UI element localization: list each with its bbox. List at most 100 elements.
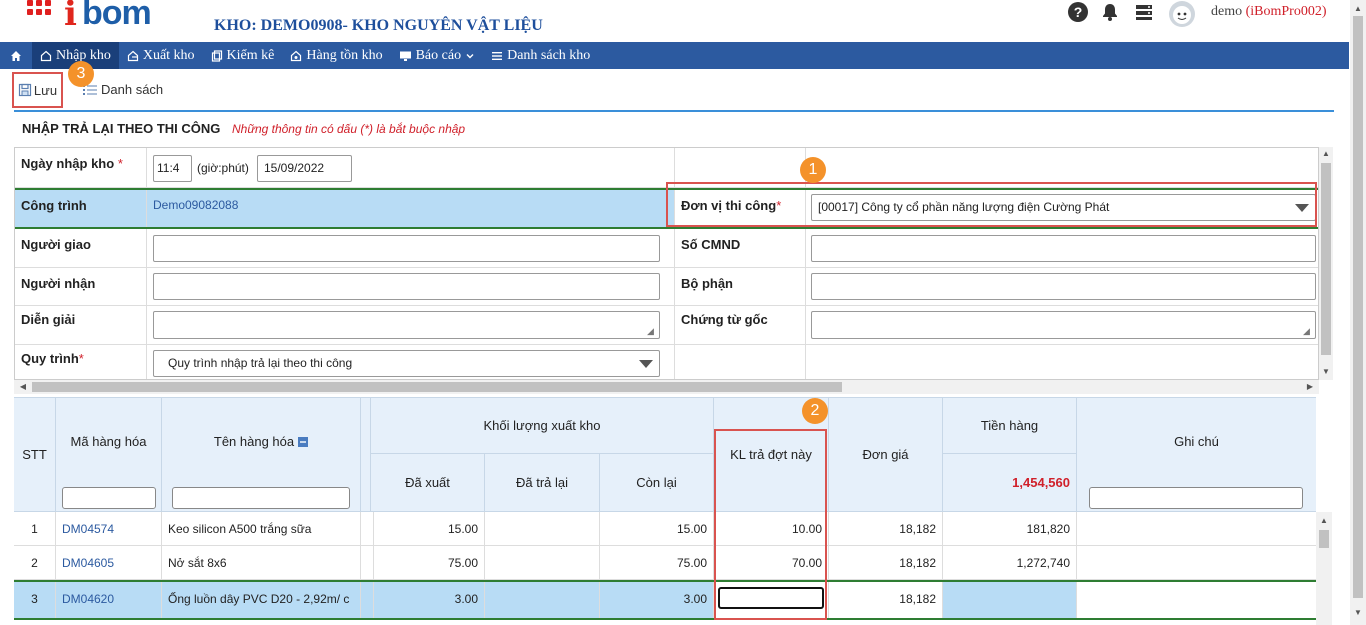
cell-tien-hang — [943, 582, 1077, 618]
nav-home[interactable] — [0, 42, 32, 69]
cell-don-gia: 18,182 — [829, 546, 943, 579]
nguoi-giao-cell — [147, 229, 675, 267]
time-input[interactable]: 11:4 — [153, 155, 192, 182]
top-header: i bom KHO: DEMO0908- KHO NGUYÊN VẬT LIỆU… — [0, 0, 1350, 42]
scroll-down-icon[interactable]: ▼ — [1351, 608, 1365, 618]
form-vertical-scrollbar[interactable]: ▲ ▼ — [1319, 147, 1333, 380]
date-cell: 11:4 (giờ:phút) 15/09/2022 — [147, 148, 675, 187]
warehouse-title: KHO: DEMO0908- KHO NGUYÊN VẬT LIỆU — [214, 17, 543, 34]
chung-tu-textarea[interactable]: ◢ — [811, 311, 1316, 339]
cell-ma-hang[interactable]: DM04620 — [56, 582, 162, 618]
nguoi-nhan-label: Người nhận — [15, 268, 147, 305]
form-row-nguoi-giao: Người giao Số CMND — [15, 229, 1318, 268]
warehouse-icon — [291, 50, 302, 61]
scroll-thumb[interactable] — [1321, 163, 1331, 355]
col-con-lai[interactable]: Còn lại — [600, 454, 714, 512]
filter-ma-hang-input[interactable] — [62, 487, 156, 509]
scroll-up-icon[interactable]: ▲ — [1317, 516, 1331, 526]
cell-kl-tra[interactable] — [714, 582, 829, 618]
scroll-thumb[interactable] — [32, 382, 842, 392]
export-icon — [127, 50, 138, 61]
nav-kiem-ke[interactable]: Kiểm kê — [203, 42, 283, 69]
cell-ghi-chu[interactable] — [1077, 582, 1316, 618]
nav-xuat-kho[interactable]: Xuất kho — [119, 42, 203, 69]
scroll-thumb[interactable] — [1319, 530, 1329, 548]
cell-con-lai: 3.00 — [600, 582, 714, 618]
main-navbar: Nhập kho Xuất kho Kiểm kê Hàng tồn kho B… — [0, 42, 1349, 69]
scroll-down-icon[interactable]: ▼ — [1319, 367, 1333, 377]
col-da-xuat[interactable]: Đã xuất — [371, 454, 485, 512]
form-horizontal-scrollbar[interactable]: ◀ ▶ — [14, 380, 1319, 394]
chung-tu-label: Chứng từ gốc — [675, 306, 806, 344]
divider — [14, 110, 1334, 112]
dropdown-arrow-icon — [639, 360, 653, 368]
page-vertical-scrollbar[interactable]: ▲ ▼ — [1350, 0, 1366, 625]
collapse-icon[interactable] — [298, 437, 309, 447]
time-hint: (giờ:phút) — [197, 161, 249, 175]
scroll-up-icon[interactable]: ▲ — [1351, 4, 1365, 14]
resize-grip-icon[interactable]: ◢ — [647, 326, 657, 336]
table-row[interactable]: 2 DM04605 Nở sắt 8x6 75.00 75.00 70.00 1… — [14, 546, 1316, 580]
so-cmnd-cell — [806, 229, 1318, 267]
copy-icon — [211, 49, 222, 62]
nav-bao-cao[interactable]: Báo cáo — [391, 42, 483, 69]
help-icon[interactable]: ? — [1068, 2, 1088, 22]
dien-giai-textarea[interactable]: ◢ — [153, 311, 660, 339]
filter-ghi-chu-input[interactable] — [1089, 487, 1303, 509]
cell-ten-hang: Ống luồn dây PVC D20 - 2,92m/ c — [162, 582, 361, 618]
quy-trinh-select[interactable]: Quy trình nhập trả lại theo thi công — [153, 350, 660, 377]
scroll-up-icon[interactable]: ▲ — [1319, 149, 1333, 159]
save-button[interactable]: Lưu — [12, 72, 63, 108]
table-row-selected[interactable]: 3 DM04620 Ống luồn dây PVC D20 - 2,92m/ … — [14, 580, 1316, 620]
home-outline-icon — [40, 50, 52, 61]
scroll-left-icon[interactable]: ◀ — [16, 382, 30, 392]
nguoi-nhan-input[interactable] — [153, 273, 660, 300]
user-menu[interactable]: demo (iBomPro002) — [1211, 4, 1327, 20]
don-vi-select[interactable]: [00017] Công ty cổ phần năng lượng điện … — [811, 194, 1316, 221]
entry-form: Ngày nhập kho * 11:4 (giờ:phút) 15/09/20… — [14, 147, 1319, 380]
items-grid: STT Mã hàng hóa Tên hàng hóa Khối lượng … — [14, 397, 1316, 625]
resize-grip-icon[interactable]: ◢ — [1303, 326, 1313, 336]
cell-ten-hang: Nở sắt 8x6 — [162, 546, 361, 579]
table-row[interactable]: 1 DM04574 Keo silicon A500 trắng sữa 15.… — [14, 512, 1316, 546]
cell-ghi-chu[interactable] — [1077, 546, 1316, 579]
filter-ten-hang-input[interactable] — [172, 487, 350, 509]
annotation-badge-2: 2 — [802, 398, 828, 424]
server-list-icon[interactable] — [1134, 2, 1154, 22]
chevron-down-icon — [466, 53, 474, 58]
cell-ghi-chu[interactable] — [1077, 512, 1316, 545]
cong-trinh-label: Công trình — [15, 190, 147, 227]
col-don-gia[interactable]: Đơn giá — [829, 398, 943, 512]
nguoi-giao-label: Người giao — [15, 229, 147, 267]
grid-vertical-scrollbar[interactable]: ▲ — [1316, 512, 1332, 625]
form-row-date: Ngày nhập kho * 11:4 (giờ:phút) 15/09/20… — [15, 148, 1318, 188]
apps-grid-icon[interactable] — [27, 0, 53, 20]
cell-ma-hang[interactable]: DM04605 — [56, 546, 162, 579]
cell-ma-hang[interactable]: DM04574 — [56, 512, 162, 545]
so-cmnd-label: Số CMND — [675, 229, 806, 267]
nav-hang-ton-kho[interactable]: Hàng tồn kho — [282, 42, 390, 69]
col-spacer — [361, 398, 371, 512]
form-title: NHẬP TRẢ LẠI THEO THI CÔNG — [22, 121, 221, 136]
ngay-nhap-label: Ngày nhập kho * — [15, 148, 147, 187]
cong-trinh-value[interactable]: Demo09082088 — [147, 190, 675, 227]
kl-tra-edit-input[interactable] — [718, 587, 824, 609]
bell-icon[interactable] — [1100, 2, 1120, 22]
avatar[interactable] — [1168, 0, 1196, 28]
scroll-thumb[interactable] — [1353, 16, 1363, 598]
nguoi-giao-input[interactable] — [153, 235, 660, 262]
cell-kl-tra[interactable]: 10.00 — [714, 512, 829, 545]
scroll-right-icon[interactable]: ▶ — [1303, 382, 1317, 392]
cell-ten-hang: Keo silicon A500 trắng sữa — [162, 512, 361, 545]
so-cmnd-input[interactable] — [811, 235, 1316, 262]
quy-trinh-cell: Quy trình nhập trả lại theo thi công — [147, 345, 675, 379]
col-tien-hang[interactable]: Tiền hàng — [943, 398, 1077, 454]
cell-kl-tra[interactable]: 70.00 — [714, 546, 829, 579]
home-icon — [11, 50, 21, 61]
bo-phan-input[interactable] — [811, 273, 1316, 300]
list-button[interactable]: Danh sách — [83, 82, 163, 97]
date-input[interactable]: 15/09/2022 — [257, 155, 352, 182]
nav-danh-sach-kho[interactable]: Danh sách kho — [483, 42, 598, 69]
col-da-tra-lai[interactable]: Đã trả lại — [485, 454, 600, 512]
form-row-quy-trinh: Quy trình* Quy trình nhập trả lại theo t… — [15, 345, 1318, 379]
